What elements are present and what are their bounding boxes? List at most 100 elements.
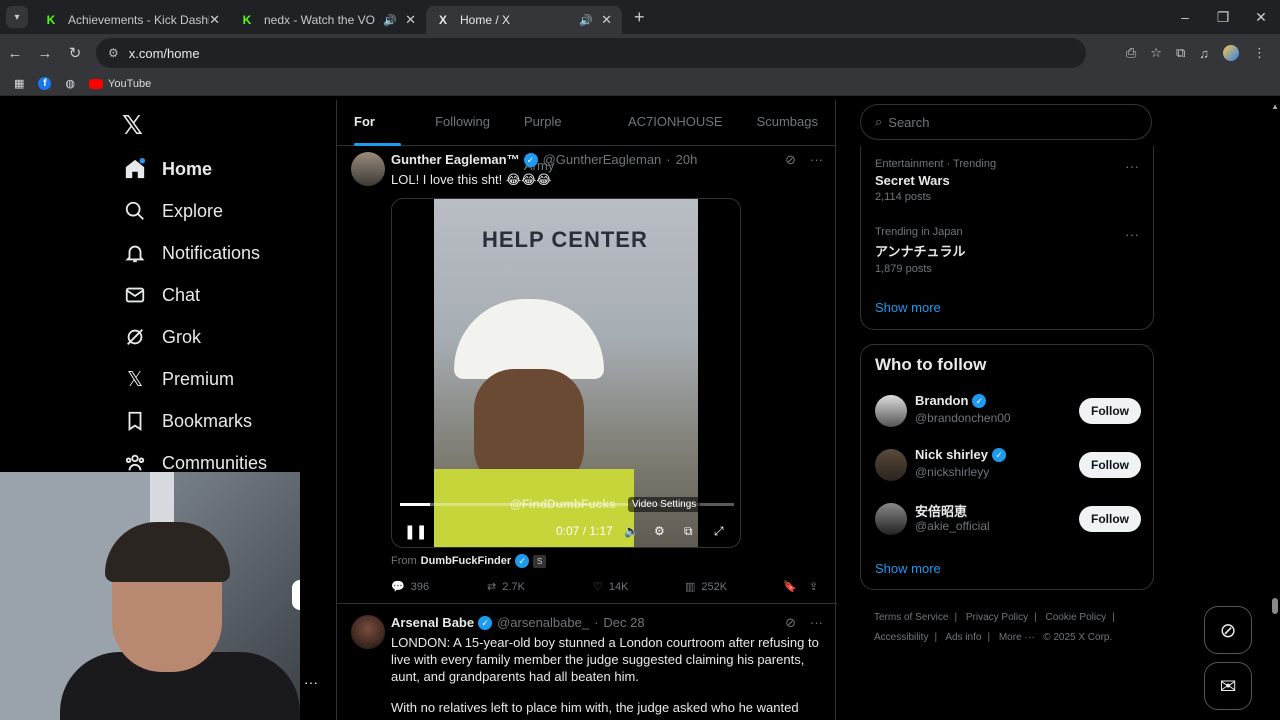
messages-floating-button[interactable]: ✉: [1204, 662, 1252, 710]
author-handle[interactable]: @GuntherEagleman: [543, 152, 662, 167]
nav-label: Communities: [162, 452, 268, 473]
author-name[interactable]: Gunther Eagleman™: [391, 152, 520, 167]
trend-item[interactable]: Trending in Japan アンナチュラル 1,879 posts: [875, 226, 965, 275]
profile-avatar-icon[interactable]: [1223, 45, 1239, 61]
pause-icon[interactable]: ❚❚: [404, 523, 427, 540]
kebab-menu-icon[interactable]: ⋮: [1253, 45, 1266, 61]
trend-item[interactable]: Entertainment · Trending Secret Wars 2,1…: [875, 158, 996, 203]
tab-for-you[interactable]: For you: [337, 100, 418, 173]
trends-show-more-link[interactable]: Show more: [875, 300, 941, 315]
follow-show-more-link[interactable]: Show more: [875, 561, 941, 576]
tab-ac7ionhouse[interactable]: AC7IONHOUSE: [611, 100, 740, 146]
scrollbar-thumb[interactable]: [1272, 598, 1278, 614]
apps-grid-icon[interactable]: ▦: [14, 77, 24, 90]
omnibox[interactable]: ⚙ x.com/home: [96, 38, 1086, 68]
avatar[interactable]: [875, 449, 907, 481]
install-app-icon[interactable]: ⎙: [1126, 45, 1136, 61]
search-input[interactable]: ⌕ Search: [860, 104, 1152, 140]
video-player[interactable]: HELP CENTER @FindDumbFucks Video Setting…: [391, 198, 741, 548]
views-button[interactable]: ▥ 252K: [685, 580, 783, 594]
url-text: x.com/home: [128, 45, 200, 61]
tweet-text: LONDON: A 15-year-old boy stunned a Lond…: [391, 635, 819, 684]
avatar[interactable]: [875, 395, 907, 427]
nav-home[interactable]: Home: [124, 158, 212, 180]
nav-bookmarks[interactable]: Bookmarks: [124, 410, 252, 432]
avatar[interactable]: [351, 152, 385, 186]
nav-explore[interactable]: Explore: [124, 200, 223, 222]
volume-icon[interactable]: 🔈: [624, 524, 639, 538]
tweet-time[interactable]: Dec 28: [603, 615, 644, 630]
footer-link-cookie[interactable]: Cookie Policy: [1046, 612, 1107, 623]
browser-tab-kick-dashboard[interactable]: K Achievements - Kick Dashboard ✕: [34, 6, 230, 34]
author-handle[interactable]: @arsenalbabe_: [497, 615, 589, 630]
follow-button[interactable]: Follow: [1079, 506, 1141, 532]
bookmark-youtube[interactable]: YouTube: [89, 78, 151, 90]
grok-icon[interactable]: ⊘: [785, 615, 796, 631]
scroll-up-arrow-icon[interactable]: ▲: [1271, 102, 1279, 111]
search-icon: ⌕: [875, 114, 883, 129]
browser-tab-x-home[interactable]: X Home / X 🔊 ✕: [426, 6, 622, 34]
x-logo-icon[interactable]: 𝕏: [122, 110, 143, 141]
close-icon[interactable]: ✕: [405, 12, 416, 28]
page-scrollbar[interactable]: ▲: [1268, 100, 1280, 720]
grok-floating-button[interactable]: ⊘: [1204, 606, 1252, 654]
settings-gear-icon[interactable]: ⚙: [654, 524, 665, 538]
window-close-icon[interactable]: ✕: [1242, 9, 1280, 26]
follow-suggestion[interactable]: 安倍昭恵 @akie_official Follow: [875, 499, 1141, 539]
nav-notifications[interactable]: Notifications: [124, 242, 260, 264]
tweet-time[interactable]: 20h: [676, 152, 698, 167]
bookmark-star-icon[interactable]: ☆: [1150, 45, 1162, 61]
footer-link-terms[interactable]: Terms of Service: [874, 612, 948, 623]
source-name[interactable]: DumbFuckFinder: [421, 555, 511, 567]
new-tab-button[interactable]: +: [634, 7, 645, 28]
follow-button[interactable]: Follow: [1079, 452, 1141, 478]
share-button[interactable]: ⇪: [809, 580, 818, 593]
browser-tab-kick-vod[interactable]: K nedx - Watch the VOD on Kick 🔊 ✕: [230, 6, 426, 34]
nav-chat[interactable]: Chat: [124, 284, 200, 306]
close-icon[interactable]: ✕: [601, 12, 612, 28]
extensions-icon[interactable]: ⧉: [1176, 45, 1185, 61]
site-info-icon[interactable]: ⚙: [108, 46, 119, 60]
bookmark-button[interactable]: 🔖: [783, 580, 809, 593]
media-control-icon[interactable]: ♫: [1199, 46, 1209, 61]
footer-link-privacy[interactable]: Privacy Policy: [966, 612, 1028, 623]
avatar[interactable]: [875, 503, 907, 535]
tab-scumbags[interactable]: Scumbags: [740, 100, 835, 146]
more-icon[interactable]: ···: [1125, 158, 1139, 174]
speaker-icon[interactable]: 🔊: [579, 14, 593, 27]
facebook-bookmark-icon[interactable]: f: [38, 77, 52, 90]
follow-suggestion[interactable]: Nick shirley ✓ @nickshirleyy Follow: [875, 445, 1141, 485]
maximize-icon[interactable]: ❐: [1204, 9, 1242, 26]
author-name[interactable]: Arsenal Babe: [391, 615, 474, 630]
account-more-icon[interactable]: ···: [304, 674, 318, 690]
reply-button[interactable]: 💬 396: [391, 580, 487, 594]
picture-in-picture-icon[interactable]: ⧉: [684, 524, 693, 539]
back-icon[interactable]: ←: [0, 45, 30, 62]
grok-icon[interactable]: ⊘: [785, 152, 796, 168]
footer-link-ads[interactable]: Ads info: [945, 632, 981, 643]
globe-bookmark-icon[interactable]: ◍: [65, 77, 75, 90]
speaker-icon[interactable]: 🔊: [383, 14, 397, 27]
close-icon[interactable]: ✕: [209, 12, 220, 28]
avatar[interactable]: [351, 615, 385, 649]
like-button[interactable]: ♡ 14K: [593, 580, 685, 594]
more-icon[interactable]: ···: [1125, 226, 1139, 242]
fullscreen-icon[interactable]: ⤢: [714, 524, 724, 539]
tab-purple-army[interactable]: Purple Army: [507, 100, 611, 173]
repost-button[interactable]: ⇄ 2.7K: [487, 580, 593, 594]
nav-communities[interactable]: Communities: [124, 452, 267, 474]
minimize-icon[interactable]: –: [1166, 9, 1204, 25]
nav-premium[interactable]: 𝕏 Premium: [124, 368, 234, 391]
tab-following[interactable]: Following: [418, 100, 507, 146]
footer-link-accessibility[interactable]: Accessibility: [874, 632, 928, 643]
follow-button[interactable]: Follow: [1079, 398, 1141, 424]
tab-search-button[interactable]: ▾: [6, 6, 28, 28]
reload-icon[interactable]: ↻: [60, 44, 90, 62]
nav-grok[interactable]: Grok: [124, 326, 201, 348]
footer-link-more[interactable]: More ···: [999, 632, 1035, 643]
more-icon[interactable]: ···: [810, 152, 823, 168]
forward-icon[interactable]: →: [30, 45, 60, 62]
follow-suggestion[interactable]: Brandon ✓ @brandonchen00 Follow: [875, 391, 1141, 431]
more-icon[interactable]: ···: [810, 615, 823, 631]
reply-icon: 💬: [391, 581, 405, 593]
